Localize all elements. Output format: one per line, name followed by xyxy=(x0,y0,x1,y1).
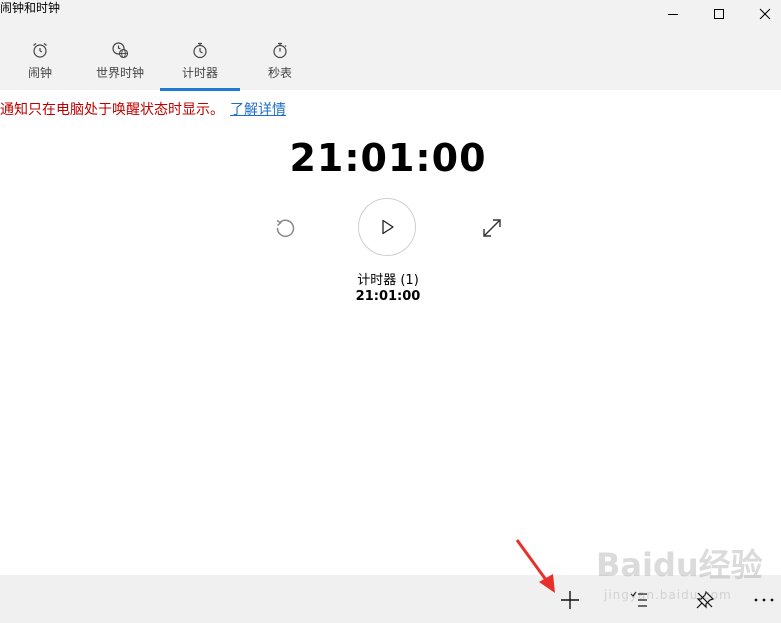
world-clock-icon xyxy=(112,42,129,59)
learn-more-link[interactable]: 了解详情 xyxy=(230,102,286,118)
tab-bar: 闹钟 世界时钟 计时器 秒表 xyxy=(0,32,781,91)
notice-text: 通知只在电脑处于唤醒状态时显示。 xyxy=(0,102,224,118)
title-bar: 闹钟和时钟 xyxy=(0,0,781,32)
annotation-arrow xyxy=(515,539,555,593)
play-icon xyxy=(382,219,394,235)
maximize-icon xyxy=(714,9,724,19)
start-button[interactable] xyxy=(358,198,416,256)
expand-button[interactable] xyxy=(478,214,506,242)
close-icon xyxy=(759,8,771,20)
tab-timer[interactable]: 计时器 xyxy=(160,32,240,90)
minimize-icon xyxy=(668,14,678,15)
tab-label: 闹钟 xyxy=(27,66,52,80)
tab-label: 秒表 xyxy=(267,66,292,80)
reset-button[interactable] xyxy=(271,214,299,242)
expand-icon xyxy=(483,219,501,237)
notification-notice: 通知只在电脑处于唤醒状态时显示。 了解详情 xyxy=(0,99,286,119)
stopwatch-icon xyxy=(273,42,287,59)
tab-label: 世界时钟 xyxy=(95,66,144,80)
timer-name: 计时器 (1) xyxy=(357,273,419,288)
reset-icon xyxy=(276,219,295,237)
tab-world-clock[interactable]: 世界时钟 xyxy=(80,32,160,90)
watermark: Baidu经验 jingyan.baidu.com xyxy=(596,540,776,610)
alarm-clock-icon xyxy=(33,43,47,58)
tab-alarm[interactable]: 闹钟 xyxy=(10,32,70,90)
app-title: 闹钟和时钟 xyxy=(0,1,61,15)
maximize-button[interactable] xyxy=(696,0,742,28)
watermark-logo-text: Baidu经验 xyxy=(596,546,763,584)
watermark-url: jingyan.baidu.com xyxy=(604,588,732,602)
tab-stopwatch[interactable]: 秒表 xyxy=(245,32,315,90)
timer-display: 21:01:00 xyxy=(289,136,487,180)
plus-icon xyxy=(561,591,579,609)
timer-icon xyxy=(193,42,207,59)
active-tab-indicator xyxy=(160,88,240,91)
minimize-button[interactable] xyxy=(650,0,696,28)
tab-label: 计时器 xyxy=(181,66,218,80)
timer-small-display: 21:01:00 xyxy=(355,289,421,304)
close-button[interactable] xyxy=(742,0,781,28)
